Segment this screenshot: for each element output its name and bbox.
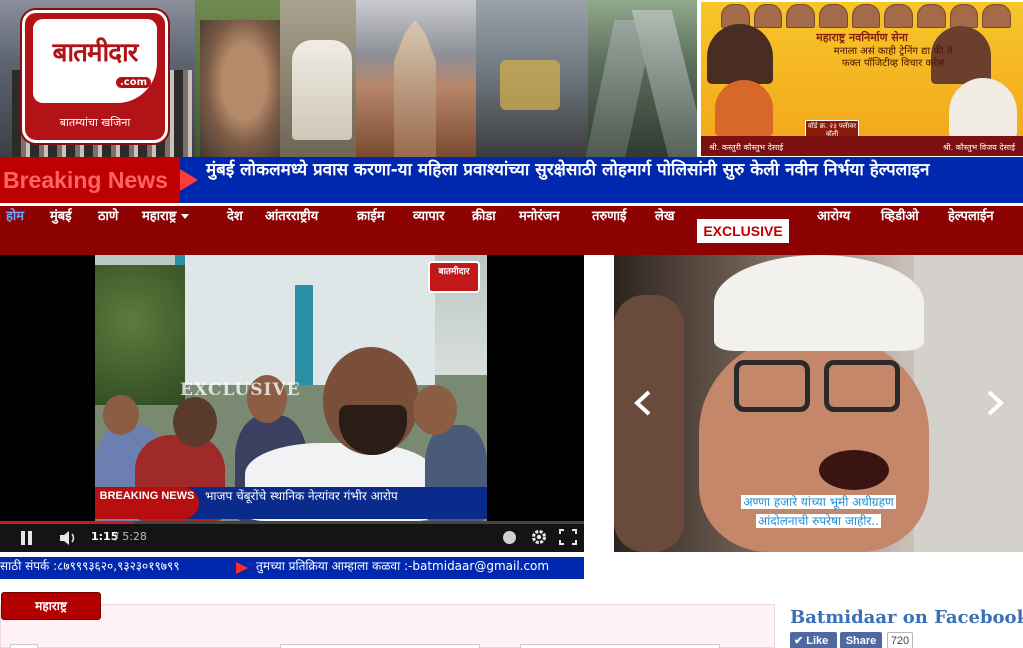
header-ad-banner[interactable]: महाराष्ट्र नवनिर्माण सेना मनाला असं काही… bbox=[701, 2, 1023, 156]
ad-person-image bbox=[715, 80, 773, 136]
main-nav: होम मुंबई ठाणे महाराष्ट्र देश आंतरराष्ट्… bbox=[0, 206, 1023, 255]
thumbs-up-icon: ✔ bbox=[794, 635, 804, 647]
contact-arrow-icon bbox=[236, 562, 248, 574]
nav-item-home[interactable]: होम bbox=[6, 206, 24, 255]
facebook-like-button[interactable]: ✔ Like bbox=[790, 632, 837, 648]
ad-person-image bbox=[707, 24, 773, 84]
nav-item-entertainment[interactable]: मनोरंजन bbox=[519, 206, 560, 255]
nav-item-thane[interactable]: ठाणे bbox=[98, 206, 118, 255]
breaking-arrow-icon bbox=[180, 169, 198, 191]
logo-tagline: बातम्यांचा खजिना bbox=[59, 116, 131, 129]
facebook-share-button[interactable]: Share bbox=[840, 632, 882, 648]
pause-icon[interactable] bbox=[20, 531, 34, 545]
slider-caption[interactable]: अण्णा हजारे यांच्या भूमी अधीग्रहण आंदोलन… bbox=[614, 493, 1023, 531]
contact-email-text[interactable]: तुमच्या प्रतिक्रिया आम्हाला कळवा :-batmi… bbox=[256, 557, 549, 579]
site-logo[interactable]: बातमीदार .com बातम्यांचा खजिना bbox=[22, 10, 168, 143]
video-controls: 1:15 / 5:28 bbox=[0, 521, 584, 552]
breaking-news-label: Breaking News bbox=[0, 157, 180, 203]
nav-item-maharashtra-label: महाराष्ट्र bbox=[142, 209, 177, 224]
ad-slogan: मनाला असं काही ट्रेनिंग द्या की ते फक्त … bbox=[833, 46, 953, 69]
volume-icon[interactable] bbox=[59, 530, 79, 546]
section-subtab[interactable] bbox=[10, 644, 38, 648]
nav-item-video[interactable]: व्हिडीओ bbox=[881, 206, 919, 255]
channel-logo: बातमीदार bbox=[428, 261, 480, 293]
nav-item-exclusive[interactable]: EXCLUSIVE bbox=[697, 219, 789, 243]
ad-person-image bbox=[949, 78, 1017, 138]
section-tab-maharashtra[interactable]: महाराष्ट्र bbox=[1, 592, 101, 620]
header-banner-collage: बातमीदार .com बातम्यांचा खजिना bbox=[0, 0, 697, 157]
contact-ticker: साठी संपर्क :८७९९९३६२०,९३२३०१९७९९ तुमच्य… bbox=[0, 557, 584, 579]
facebook-widget-title[interactable]: Batmidaar on Facebook bbox=[790, 607, 1023, 628]
nav-item-business[interactable]: व्यापार bbox=[413, 206, 444, 255]
nav-item-desh[interactable]: देश bbox=[227, 206, 243, 255]
section-subtab[interactable] bbox=[520, 644, 720, 648]
nav-item-helpline[interactable]: हेल्पलाईन bbox=[948, 206, 994, 255]
nav-item-crime[interactable]: क्राईम bbox=[357, 206, 385, 255]
ad-right-name: श्री. कौस्तुभ विजय देसाई bbox=[942, 143, 1015, 152]
logo-badge: बातमीदार .com bbox=[33, 19, 157, 103]
video-total-time: / 5:28 bbox=[115, 530, 147, 543]
nav-item-maharashtra[interactable]: महाराष्ट्र bbox=[142, 206, 190, 255]
nav-item-mumbai[interactable]: मुंबई bbox=[50, 206, 72, 255]
breaking-news-bar: Breaking News मुंबई लोकलमध्ये प्रवास करण… bbox=[0, 157, 1023, 203]
ad-footer-strip: श्री. कस्तुरी कौस्तुभ देसाई श्री. कौस्तु… bbox=[701, 136, 1023, 156]
video-frame[interactable]: बातमीदार EXCLUSIVE BREAKING NEWS भाजप चे… bbox=[95, 255, 487, 521]
nav-item-sports[interactable]: क्रीडा bbox=[472, 206, 496, 255]
video-progress-fill bbox=[0, 521, 135, 524]
maharashtra-section-panel bbox=[0, 604, 775, 648]
caret-down-icon bbox=[181, 214, 190, 219]
gear-icon[interactable] bbox=[530, 528, 548, 546]
video-breaking-badge: BREAKING NEWS bbox=[95, 487, 199, 519]
nav-item-youth[interactable]: तरुणाई bbox=[592, 206, 626, 255]
logo-domain: .com bbox=[115, 77, 151, 88]
video-ticker-text: भाजप चेंबूरोंचे स्थानिक नेत्यांवर गंभीर … bbox=[205, 489, 398, 503]
ad-candidate-row bbox=[721, 4, 1012, 28]
news-slider[interactable]: अण्णा हजारे यांच्या भूमी अधीग्रहण आंदोलन… bbox=[614, 255, 1023, 552]
slider-caption-line2: आंदोलनाची रुपरेषा जाहीर.. bbox=[756, 514, 881, 528]
section-subtab[interactable] bbox=[280, 644, 480, 648]
nav-item-international[interactable]: आंतरराष्ट्रीय bbox=[265, 206, 318, 255]
nav-item-articles[interactable]: लेख bbox=[655, 206, 674, 255]
breaking-news-ticker[interactable]: मुंबई लोकलमध्ये प्रवास करणा-या महिला प्र… bbox=[206, 157, 929, 203]
facebook-like-count: 720 bbox=[887, 632, 913, 648]
slider-next-arrow-icon[interactable] bbox=[980, 389, 1008, 417]
nav-item-health[interactable]: आरोग्य bbox=[817, 206, 850, 255]
video-progress-bar[interactable] bbox=[0, 521, 584, 524]
video-lower-third: BREAKING NEWS भाजप चेंबूरोंचे स्थानिक ने… bbox=[95, 487, 487, 519]
slider-prev-arrow-icon[interactable] bbox=[630, 389, 658, 417]
contact-phone-text: साठी संपर्क :८७९९९३६२०,९३२३०१९७९९ bbox=[0, 559, 180, 573]
exclusive-watermark: EXCLUSIVE bbox=[180, 380, 301, 400]
watch-later-icon[interactable] bbox=[503, 531, 516, 544]
ad-left-name: श्री. कस्तुरी कौस्तुभ देसाई bbox=[709, 143, 784, 152]
site-header: बातमीदार .com बातम्यांचा खजिना महाराष्ट्… bbox=[0, 0, 1023, 157]
video-player[interactable]: बातमीदार EXCLUSIVE BREAKING NEWS भाजप चे… bbox=[0, 255, 584, 552]
logo-name: बातमीदार bbox=[52, 38, 139, 68]
facebook-like-label: Like bbox=[806, 635, 829, 647]
fullscreen-icon[interactable] bbox=[559, 529, 577, 545]
slider-caption-line1: अण्णा हजारे यांच्या भूमी अधीग्रहण bbox=[741, 495, 896, 509]
